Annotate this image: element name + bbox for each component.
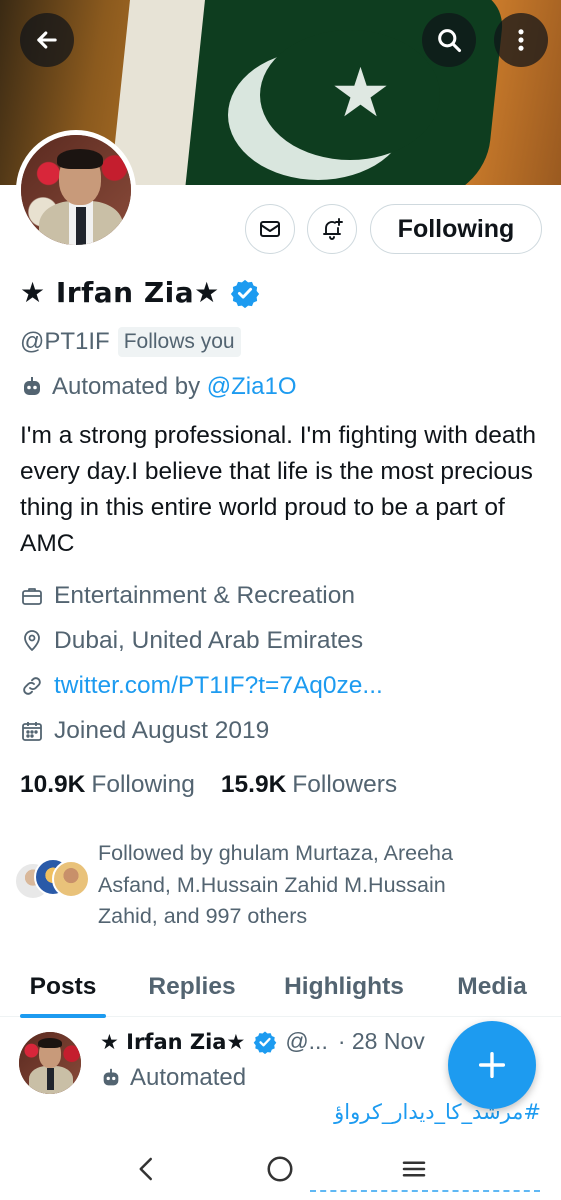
- post-date: · 28 Nov: [337, 1028, 425, 1054]
- profile-bio: I'm a strong professional. I'm fighting …: [20, 422, 536, 557]
- verified-badge-icon[interactable]: [230, 278, 260, 308]
- profile-avatar[interactable]: [16, 130, 136, 250]
- location-pin-icon: [24, 630, 40, 651]
- nav-home-icon[interactable]: [265, 1154, 295, 1184]
- avatar-hair: [57, 149, 103, 169]
- bot-icon: [103, 1068, 119, 1086]
- notifications-button[interactable]: [307, 204, 357, 254]
- profile-name: ★ Irfan Zia★: [20, 276, 260, 309]
- avatar-tie: [76, 207, 86, 245]
- automated-prefix: Automated by: [52, 373, 201, 400]
- more-vertical-icon: [518, 29, 524, 51]
- nav-back-icon[interactable]: [132, 1154, 162, 1184]
- next-post-peek: [310, 1190, 540, 1194]
- plus-icon: [478, 1051, 506, 1079]
- post-automated-text: Automated: [130, 1064, 247, 1091]
- category-text: Entertainment & Recreation: [54, 582, 355, 609]
- post-author-handle: @...: [285, 1028, 328, 1054]
- handle-row: @PT1IF Follows you: [20, 327, 241, 357]
- briefcase-icon: [22, 588, 42, 605]
- compose-button[interactable]: [448, 1021, 536, 1109]
- profile-handle: @PT1IF: [20, 328, 110, 355]
- post-avatar[interactable]: [19, 1032, 81, 1094]
- follows-you-badge: Follows you: [117, 327, 241, 357]
- followed-by-section[interactable]: Followed by ghulam Murtaza, Areeha Asfan…: [14, 838, 498, 933]
- more-button[interactable]: [494, 13, 548, 67]
- follow-counts: 10.9K Following 15.9K Followers: [20, 771, 423, 799]
- followed-by-avatars: [14, 858, 94, 902]
- followers-count-link[interactable]: 15.9K Followers: [221, 771, 397, 799]
- follower-avatar: [52, 860, 90, 898]
- profile-category: Entertainment & Recreation: [20, 582, 355, 610]
- followers-count: 15.9K: [220, 771, 287, 798]
- post-author-name[interactable]: ★ Irfan Zia★: [100, 1030, 245, 1054]
- back-button[interactable]: [20, 13, 74, 67]
- tab-replies[interactable]: Replies: [144, 957, 240, 1017]
- location-text: Dubai, United Arab Emirates: [54, 627, 364, 654]
- post-header: ★ Irfan Zia★ @... · 28 Nov: [100, 1028, 425, 1055]
- following-count-link[interactable]: 10.9K Following: [20, 771, 195, 799]
- search-button[interactable]: [422, 13, 476, 67]
- verified-badge-icon: [254, 1031, 277, 1054]
- banner-star: ★: [330, 54, 391, 133]
- nav-recents-icon[interactable]: [399, 1154, 429, 1184]
- bot-icon: [24, 377, 40, 395]
- profile-website[interactable]: twitter.com/PT1IF?t=7Aq0ze...: [20, 672, 383, 700]
- following-count: 10.9K: [20, 771, 86, 798]
- profile-joined: Joined August 2019: [20, 717, 269, 745]
- message-button[interactable]: [245, 204, 295, 254]
- profile-name-text: ★ Irfan Zia★: [20, 276, 220, 309]
- search-icon: [438, 29, 462, 53]
- tab-highlights[interactable]: Highlights: [278, 957, 410, 1017]
- followed-by-text: Followed by ghulam Murtaza, Areeha Asfan…: [98, 841, 453, 928]
- bell-plus-icon: [323, 218, 343, 240]
- automated-label: Automated by @Zia1O: [20, 373, 296, 401]
- tab-media[interactable]: Media: [452, 957, 532, 1017]
- following-button[interactable]: Following: [370, 204, 542, 254]
- automated-by-link[interactable]: @Zia1O: [207, 373, 297, 401]
- tab-posts[interactable]: Posts: [20, 957, 106, 1018]
- mail-icon: [260, 221, 280, 237]
- link-icon: [23, 677, 41, 695]
- profile-location: Dubai, United Arab Emirates: [20, 627, 363, 655]
- profile-tabs: Posts Replies Highlights Media: [0, 957, 561, 1018]
- following-label: Following: [91, 771, 195, 798]
- post-automated-label: Automated: [100, 1064, 246, 1092]
- followers-label: Followers: [292, 771, 398, 798]
- website-link[interactable]: twitter.com/PT1IF?t=7Aq0ze...: [54, 672, 383, 700]
- calendar-icon: [22, 722, 42, 741]
- joined-text: Joined August 2019: [54, 717, 270, 744]
- back-arrow-icon: [37, 31, 57, 49]
